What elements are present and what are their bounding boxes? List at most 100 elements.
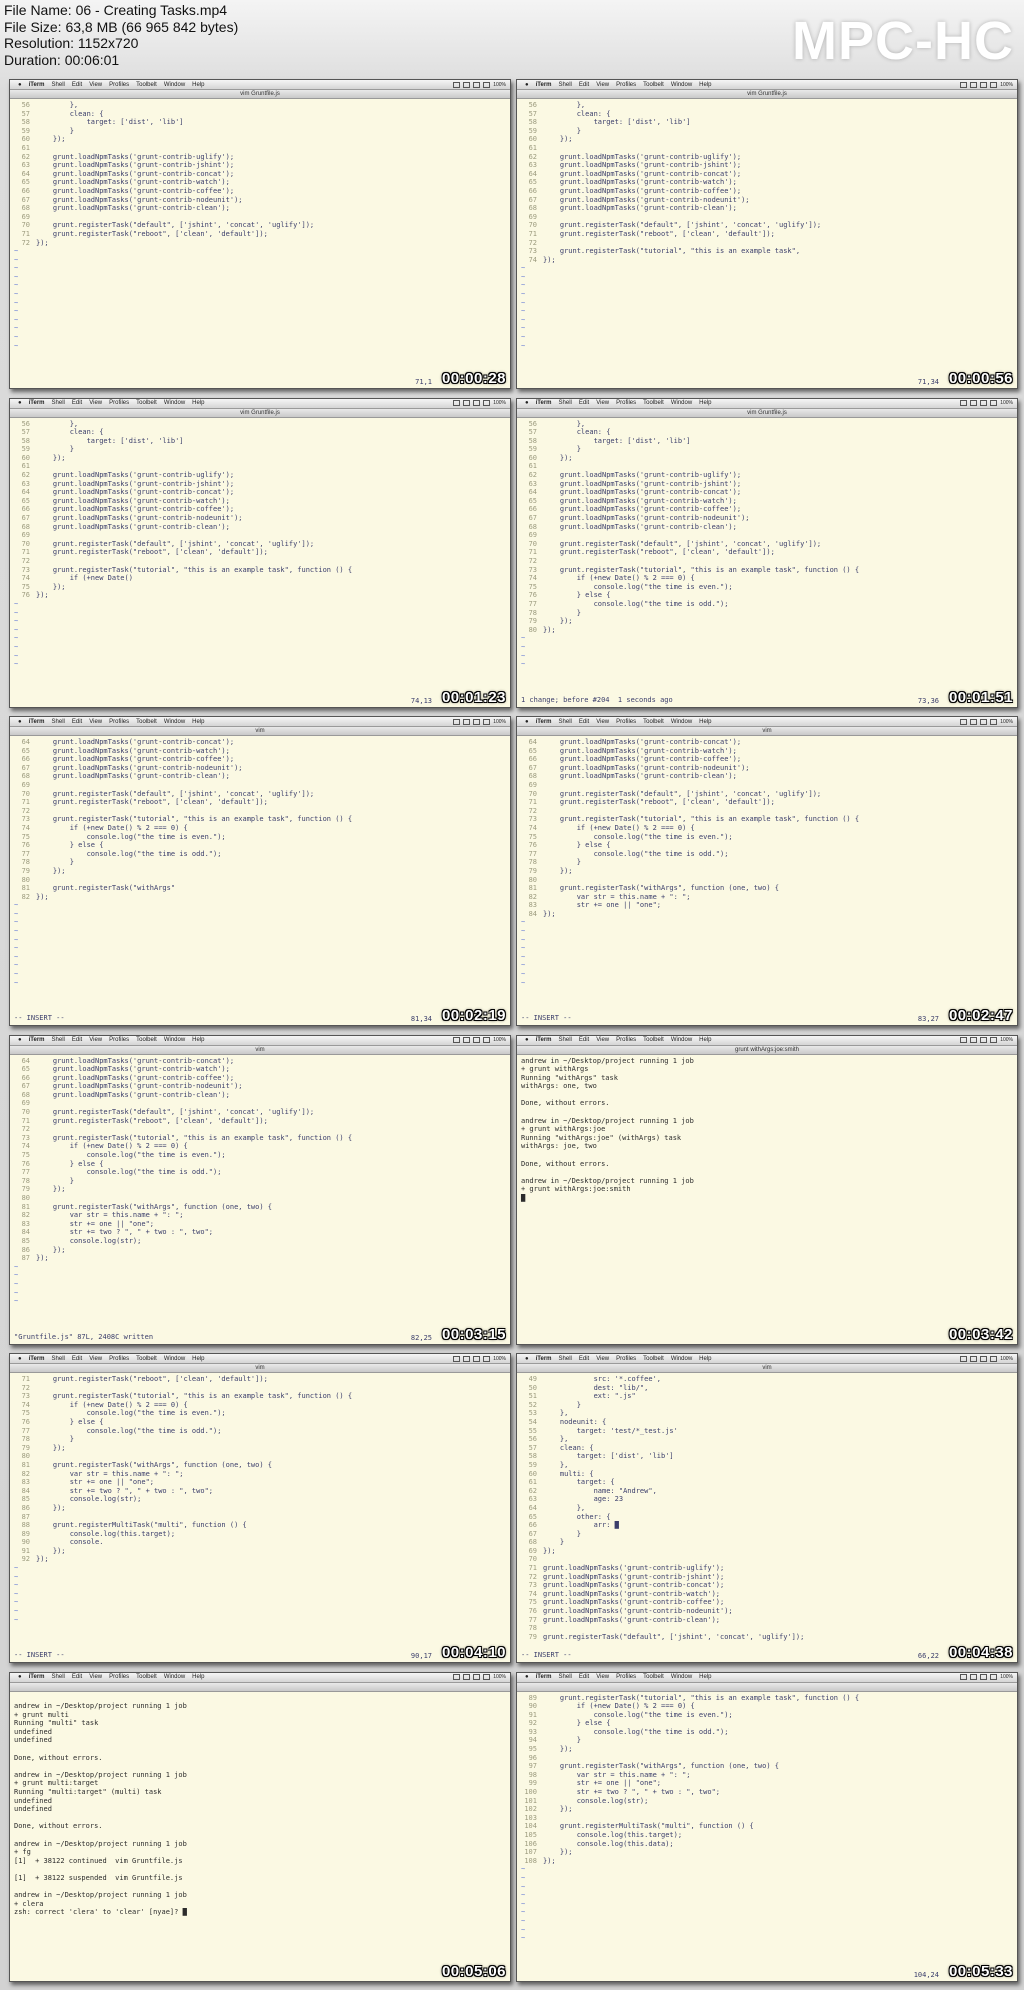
menu-item[interactable]: Toolbelt [136,82,157,88]
menu-item[interactable]: Help [192,1674,204,1680]
menu-item[interactable]: Toolbelt [643,1356,664,1362]
menu-item[interactable]: View [596,1356,609,1362]
menu-item[interactable]: Help [699,1356,711,1362]
menu-item[interactable]: Toolbelt [136,719,157,725]
menu-item[interactable]: Profiles [616,400,636,406]
menu-item[interactable]: Edit [72,400,82,406]
menu-item[interactable]: View [89,719,102,725]
menu-item[interactable]: View [596,82,609,88]
menu-item[interactable]: Toolbelt [643,1674,664,1680]
menu-item[interactable]: Help [699,1037,711,1043]
menu-item[interactable]: Help [699,82,711,88]
menu-item[interactable]: Window [164,719,185,725]
menu-item[interactable]: Edit [579,82,589,88]
menu-item[interactable]: Toolbelt [643,1037,664,1043]
menu-item[interactable]: Help [192,1037,204,1043]
menu-item[interactable]: iTerm [536,82,552,88]
menu-item[interactable]: Shell [52,719,65,725]
menu-item[interactable]: Profiles [616,1356,636,1362]
menu-item[interactable]: Profiles [109,1037,129,1043]
menu-item[interactable]: Shell [52,1356,65,1362]
vim-buffer: 49 src: '*.coffee', 50 dest: "lib/", 51 ex… [517,1373,1017,1641]
menu-item[interactable]: iTerm [536,1674,552,1680]
menu-item[interactable]: iTerm [29,1674,45,1680]
menu-item[interactable]: Window [671,1037,692,1043]
menu-item[interactable]: Window [671,1674,692,1680]
menu-item[interactable]: Shell [559,719,572,725]
menu-item[interactable]: iTerm [29,400,45,406]
menu-item[interactable]: Help [699,1674,711,1680]
menu-item[interactable]: Window [164,1037,185,1043]
menu-item[interactable]: Toolbelt [136,1356,157,1362]
menu-item[interactable]: Help [192,400,204,406]
menu-item[interactable]: Edit [579,1674,589,1680]
menu-item[interactable]: Edit [72,1037,82,1043]
menu-item[interactable]: Window [164,400,185,406]
menu-item[interactable]: iTerm [29,1037,45,1043]
menu-item[interactable]: Profiles [616,82,636,88]
menu-item[interactable]: Edit [72,82,82,88]
menu-item[interactable]: Profiles [109,1356,129,1362]
menu-item[interactable]: Profiles [109,1674,129,1680]
menu-item[interactable]: View [89,400,102,406]
menu-item[interactable]: Window [164,82,185,88]
menu-item[interactable]: Help [192,82,204,88]
menu-item[interactable]: View [89,1674,102,1680]
menu-item[interactable]: Window [671,719,692,725]
menu-item[interactable]: Window [164,1356,185,1362]
menu-item[interactable]: Toolbelt [643,719,664,725]
menu-item[interactable]: Shell [52,1674,65,1680]
menu-item[interactable]: View [89,82,102,88]
menu-item[interactable]: View [596,400,609,406]
menu-item[interactable]: Profiles [616,1037,636,1043]
code-line: 108}); [517,1857,1017,1866]
menu-item[interactable]: Toolbelt [643,400,664,406]
menu-item[interactable]: Edit [579,400,589,406]
menu-item[interactable]: Toolbelt [136,1037,157,1043]
menu-item[interactable]: Shell [559,400,572,406]
tray-icon [990,718,998,725]
menu-item[interactable]: Shell [52,400,65,406]
menu-item[interactable]: Help [192,1356,204,1362]
menu-item[interactable]: Toolbelt [643,82,664,88]
menu-item[interactable]: Edit [579,719,589,725]
menu-item[interactable]: Edit [579,1037,589,1043]
menu-item[interactable]: Help [192,719,204,725]
menu-item[interactable]: View [89,1037,102,1043]
menu-item[interactable]: iTerm [536,400,552,406]
menu-item[interactable]: Profiles [616,719,636,725]
menu-item[interactable]: Profiles [109,719,129,725]
menu-item[interactable]: iTerm [536,1356,552,1362]
menu-item[interactable]: Window [164,1674,185,1680]
menu-item[interactable]: Shell [52,1037,65,1043]
menu-item[interactable]: View [596,1037,609,1043]
menu-item[interactable]: iTerm [29,719,45,725]
menu-item[interactable]: Profiles [109,82,129,88]
menu-item[interactable]: View [596,719,609,725]
menu-item[interactable]: Edit [72,1356,82,1362]
menu-item[interactable]: iTerm [29,82,45,88]
menu-item[interactable]: iTerm [29,1356,45,1362]
menu-item[interactable]: Edit [72,719,82,725]
menu-item[interactable]: Shell [52,82,65,88]
menu-item[interactable]: Help [699,719,711,725]
menu-item[interactable]: Shell [559,1674,572,1680]
menu-item[interactable]: Shell [559,82,572,88]
menu-item[interactable]: View [596,1674,609,1680]
menu-item[interactable]: iTerm [536,719,552,725]
code-line [10,1762,510,1771]
menu-item[interactable]: View [89,1356,102,1362]
menu-item[interactable]: Toolbelt [136,400,157,406]
menu-item[interactable]: Shell [559,1356,572,1362]
menu-item[interactable]: Edit [72,1674,82,1680]
menu-item[interactable]: Shell [559,1037,572,1043]
menu-item[interactable]: iTerm [536,1037,552,1043]
menu-item[interactable]: Toolbelt [136,1674,157,1680]
menu-item[interactable]: Window [671,400,692,406]
menu-item[interactable]: Profiles [109,400,129,406]
menu-item[interactable]: Window [671,1356,692,1362]
menu-item[interactable]: Edit [579,1356,589,1362]
menu-item[interactable]: Window [671,82,692,88]
menu-item[interactable]: Profiles [616,1674,636,1680]
menu-item[interactable]: Help [699,400,711,406]
